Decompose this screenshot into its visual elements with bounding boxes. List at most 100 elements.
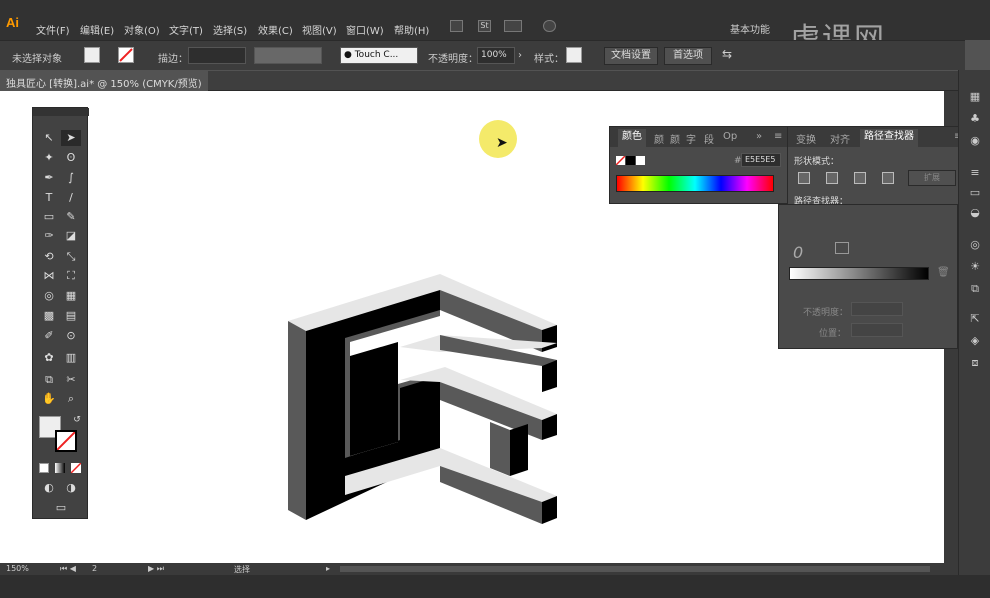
line-tool-icon[interactable]: / xyxy=(61,190,81,206)
width-tool-icon[interactable]: ⋈ xyxy=(39,268,59,284)
symbols-icon[interactable]: ◉ xyxy=(967,134,983,148)
stroke-color-box[interactable] xyxy=(55,430,77,452)
none-color-icon[interactable] xyxy=(615,155,626,166)
color-mode-icon[interactable] xyxy=(39,463,49,473)
menu-file[interactable]: 文件(F) xyxy=(36,22,70,37)
menu-view[interactable]: 视图(V) xyxy=(302,22,337,37)
swatches-icon[interactable]: ♣ xyxy=(967,112,983,126)
stroke-swatch[interactable] xyxy=(118,47,134,63)
pen-tool-icon[interactable]: ✒ xyxy=(39,170,59,186)
menu-type[interactable]: 文字(T) xyxy=(169,22,203,37)
swap-fill-stroke-icon[interactable]: ↺ xyxy=(67,412,87,428)
slice-tool-icon[interactable]: ✂ xyxy=(61,372,81,388)
aspect-ratio-icon[interactable] xyxy=(835,242,849,254)
toolbox-grip[interactable] xyxy=(33,108,89,116)
artboard-next-icon[interactable]: ▶ ⏭ xyxy=(148,564,164,574)
arrange-documents-icon[interactable] xyxy=(504,20,522,32)
column-graph-icon[interactable]: ▥ xyxy=(61,350,81,366)
document-setup-button[interactable]: 文档设置 xyxy=(604,47,658,65)
intersect-icon[interactable] xyxy=(854,172,866,184)
paintbrush-icon[interactable]: ✎ xyxy=(61,209,81,225)
status-arrow-icon[interactable]: ▸ xyxy=(326,564,330,573)
tab-color-guide[interactable]: 颜 xyxy=(654,131,664,146)
rectangle-tool-icon[interactable]: ▭ xyxy=(39,209,59,225)
white-swatch[interactable] xyxy=(636,156,645,165)
gradient-slider[interactable] xyxy=(789,267,929,280)
magic-wand-icon[interactable]: ✦ xyxy=(39,150,59,166)
tab-opentype[interactable]: Op xyxy=(723,131,737,142)
color-spectrum[interactable] xyxy=(616,175,774,192)
symbol-sprayer-icon[interactable]: ✿ xyxy=(39,350,59,366)
align-icon[interactable]: ⇆ xyxy=(722,47,732,61)
tab-align[interactable]: 对齐 xyxy=(830,131,850,146)
gradient-mode-icon[interactable] xyxy=(55,463,65,473)
menu-effect[interactable]: 效果(C) xyxy=(258,22,293,37)
appearance-icon[interactable]: ◎ xyxy=(967,238,983,252)
opacity-field[interactable]: 100% xyxy=(477,47,515,64)
gpu-performance-icon[interactable] xyxy=(543,20,556,32)
shape-builder-icon[interactable]: ◎ xyxy=(39,288,59,304)
lasso-icon[interactable]: ʘ xyxy=(61,150,81,166)
tab-character[interactable]: 字 xyxy=(686,131,696,146)
perspective-grid-icon[interactable]: ▦ xyxy=(61,288,81,304)
tab-pathfinder[interactable]: 路径查找器 xyxy=(860,129,918,147)
panel-expand-icon[interactable]: » xyxy=(756,131,762,142)
curvature-tool-icon[interactable]: ∫ xyxy=(61,170,81,186)
color-panel-icon[interactable]: ▦ xyxy=(967,90,983,104)
draw-mode-icon[interactable]: ◐ xyxy=(39,480,59,496)
artboards-icon[interactable]: ⧈ xyxy=(967,356,983,370)
artboard-tool-icon[interactable]: ⧉ xyxy=(39,372,59,388)
fill-swatch[interactable] xyxy=(84,47,100,63)
hand-tool-icon[interactable]: ✋ xyxy=(39,391,59,407)
graphic-style-swatch[interactable] xyxy=(566,47,582,63)
menu-help[interactable]: 帮助(H) xyxy=(394,22,429,37)
artboard-nav-icon[interactable]: ⏮ ◀ xyxy=(60,564,76,574)
draw-behind-icon[interactable]: ◑ xyxy=(61,480,81,496)
asset-export-icon[interactable]: ⧉ xyxy=(967,282,983,296)
export-icon[interactable]: ⇱ xyxy=(967,312,983,326)
bridge-icon[interactable] xyxy=(450,20,463,32)
menu-window[interactable]: 窗口(W) xyxy=(346,22,384,37)
free-transform-icon[interactable]: ⛶ xyxy=(61,268,81,284)
preferences-button[interactable]: 首选项 xyxy=(664,47,712,65)
eraser-icon[interactable]: ◪ xyxy=(61,228,81,244)
unite-icon[interactable] xyxy=(798,172,810,184)
opacity-field[interactable] xyxy=(851,302,903,316)
position-field[interactable] xyxy=(851,323,903,337)
stock-icon[interactable]: St xyxy=(478,20,491,32)
exclude-icon[interactable] xyxy=(882,172,894,184)
hex-field[interactable]: E5E5E5 xyxy=(741,153,781,167)
transparency-icon[interactable]: ◒ xyxy=(967,206,983,220)
stroke-weight-field[interactable] xyxy=(188,47,246,64)
blend-tool-icon[interactable]: ⊙ xyxy=(61,328,81,344)
screen-mode-icon[interactable]: ▭ xyxy=(51,500,71,516)
direct-selection-tool-icon[interactable]: ➤ xyxy=(61,130,81,146)
tab-paragraph[interactable]: 段 xyxy=(704,131,714,146)
tab-color[interactable]: 颜色 xyxy=(618,129,646,147)
minus-front-icon[interactable] xyxy=(826,172,838,184)
chevron-right-icon[interactable]: › xyxy=(518,50,522,61)
expand-button[interactable]: 扩展 xyxy=(908,170,956,186)
rotate-tool-icon[interactable]: ⟲ xyxy=(39,249,59,265)
selection-tool-icon[interactable]: ↖ xyxy=(39,130,59,146)
black-swatch[interactable] xyxy=(626,156,635,165)
scale-tool-icon[interactable]: ⤡ xyxy=(61,249,81,265)
shaper-tool-icon[interactable]: ✑ xyxy=(39,228,59,244)
none-mode-icon[interactable] xyxy=(70,462,82,474)
mesh-tool-icon[interactable]: ▩ xyxy=(39,308,59,324)
gradient-icon[interactable]: ▭ xyxy=(967,186,983,200)
brush-definition[interactable]: ● Touch C... xyxy=(340,47,418,64)
menu-edit[interactable]: 编辑(E) xyxy=(80,22,114,37)
type-tool-icon[interactable]: T xyxy=(39,190,59,206)
menu-select[interactable]: 选择(S) xyxy=(213,22,247,37)
gradient-tool-icon[interactable]: ▤ xyxy=(61,308,81,324)
workspace-switcher[interactable]: 基本功能 xyxy=(730,21,770,36)
zoom-tool-icon[interactable]: ⌕ xyxy=(61,391,81,407)
panel-menu-icon[interactable]: ≡ xyxy=(774,131,782,142)
menu-object[interactable]: 对象(O) xyxy=(124,22,160,37)
variable-width-profile[interactable] xyxy=(254,47,322,64)
tab-swatches[interactable]: 颜 xyxy=(670,131,680,146)
zoom-level[interactable]: 150% xyxy=(6,564,29,573)
document-tab[interactable]: 独具匠心 [转换].ai* @ 150% (CMYK/预览) xyxy=(0,71,208,91)
stroke-icon[interactable]: ≡ xyxy=(967,166,983,180)
